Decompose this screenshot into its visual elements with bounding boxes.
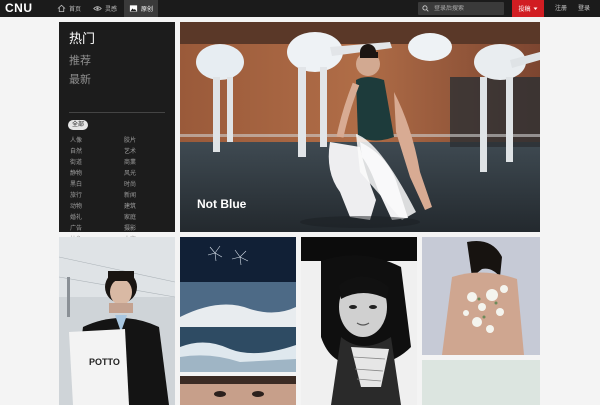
- nav-original-label: 原创: [141, 6, 154, 13]
- category-item[interactable]: 新闻: [124, 192, 136, 200]
- category-all[interactable]: 全部: [68, 120, 89, 130]
- category-divider: [69, 112, 165, 113]
- photo-card[interactable]: [180, 237, 296, 372]
- photo-thumbnail: [180, 376, 296, 405]
- category-item[interactable]: 商業: [124, 159, 136, 167]
- svg-text:POTTO: POTTO: [89, 357, 120, 367]
- nav-home-label: 首页: [69, 6, 82, 13]
- tab-hot[interactable]: 热门: [69, 28, 95, 47]
- top-bar: CNU 首页 灵感 原创 投稿 注册 登录: [0, 0, 600, 17]
- category-item[interactable]: 静物: [70, 170, 82, 178]
- image-icon: [129, 5, 138, 12]
- category-item[interactable]: 动物: [70, 203, 82, 211]
- nav-home[interactable]: 首页: [52, 0, 86, 17]
- category-item[interactable]: 摄影: [124, 225, 136, 233]
- hero-title[interactable]: Not Blue: [197, 197, 246, 211]
- photo-card[interactable]: POTTO: [59, 237, 175, 405]
- category-item[interactable]: 建筑: [124, 203, 136, 211]
- tab-latest[interactable]: 最新: [69, 71, 91, 87]
- eye-icon: [93, 6, 102, 11]
- search-input[interactable]: [434, 5, 500, 12]
- category-panel: 热门 推荐 最新 全部 人像 自然 街道 静物 黑白 旅行 动物 婚礼 广告 抽…: [59, 22, 175, 243]
- nav-inspiration[interactable]: 灵感: [88, 0, 122, 17]
- register-link[interactable]: 注册: [555, 0, 567, 17]
- photo-card[interactable]: [180, 376, 296, 405]
- hero-slide[interactable]: Not Blue: [180, 22, 540, 232]
- post-button[interactable]: 投稿: [512, 0, 544, 17]
- category-item[interactable]: 旅行: [70, 192, 82, 200]
- category-item[interactable]: 艺术: [124, 148, 136, 156]
- category-item[interactable]: 家庭: [124, 214, 136, 222]
- category-item[interactable]: 黑白: [70, 181, 82, 189]
- category-item[interactable]: 风光: [124, 170, 136, 178]
- tab-recommended[interactable]: 推荐: [69, 52, 91, 68]
- category-item[interactable]: 时尚: [124, 181, 136, 189]
- category-item[interactable]: 街道: [70, 159, 82, 167]
- category-item[interactable]: 婚礼: [70, 214, 82, 222]
- photo-thumbnail: [422, 237, 540, 355]
- nav-original[interactable]: 原创: [124, 0, 159, 17]
- photo-thumbnail: [180, 237, 296, 372]
- chevron-down-icon: [533, 7, 537, 10]
- search-icon[interactable]: [422, 5, 429, 12]
- nav-inspiration-label: 灵感: [105, 6, 118, 13]
- login-link[interactable]: 登录: [578, 0, 590, 17]
- category-item[interactable]: 广告: [70, 225, 82, 233]
- photo-thumbnail: POTTO: [59, 237, 175, 405]
- home-icon: [57, 4, 66, 13]
- photo-thumbnail: [422, 360, 540, 405]
- photo-thumbnail: [301, 237, 417, 405]
- photo-card[interactable]: [301, 237, 417, 405]
- photo-card[interactable]: [422, 360, 540, 405]
- site-logo[interactable]: CNU: [5, 1, 33, 15]
- search-box: [418, 2, 504, 15]
- category-item[interactable]: 胶片: [124, 137, 136, 145]
- category-item[interactable]: 自然: [70, 148, 82, 156]
- post-button-label: 投稿: [518, 6, 531, 13]
- photo-card[interactable]: [422, 237, 540, 355]
- category-item[interactable]: 人像: [70, 137, 82, 145]
